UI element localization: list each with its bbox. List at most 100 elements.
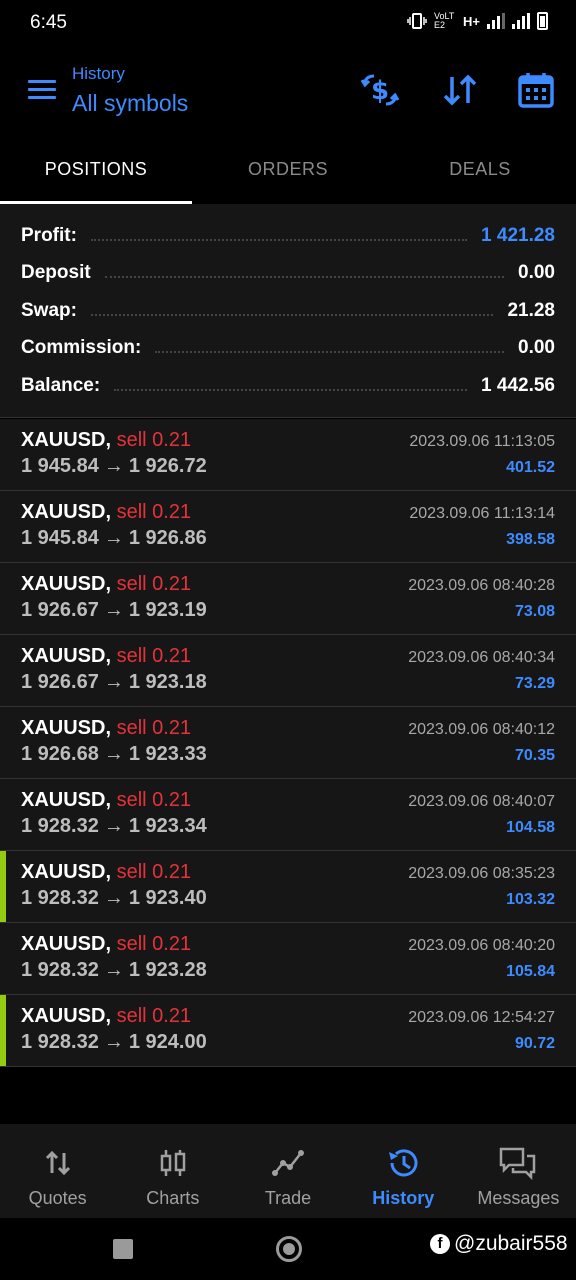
sort-icon <box>443 74 477 106</box>
summary-profit: Profit: 1 421.28 <box>0 217 576 255</box>
position-time: 2023.09.06 08:40:28 <box>408 577 555 594</box>
position-title: XAUUSD, sell 0.21 <box>21 861 191 884</box>
position-row[interactable]: XAUUSD, sell 0.21 1 928.32 → 1 923.34 2023… <box>0 779 576 851</box>
position-side: sell 0.21 <box>116 429 192 451</box>
dotted-leader <box>155 351 505 354</box>
close-price: 1 923.18 <box>128 671 207 693</box>
position-row[interactable]: XAUUSD, sell 0.21 1 928.32 → 1 924.00 2023… <box>0 995 576 1067</box>
network-type-label: H+ <box>463 13 480 29</box>
tab-deals[interactable]: DEALS <box>384 138 576 204</box>
price-arrow: → <box>103 527 124 549</box>
home-button[interactable] <box>276 1236 302 1262</box>
trade-icon <box>272 1150 304 1176</box>
position-row[interactable]: XAUUSD, sell 0.21 1 928.32 → 1 923.28 2023… <box>0 923 576 995</box>
close-price: 1 923.19 <box>128 599 207 621</box>
deposit-value: 0.00 <box>518 262 555 284</box>
close-price: 1 924.00 <box>128 1031 207 1053</box>
history-icon <box>389 1149 418 1177</box>
price-arrow: → <box>103 815 124 837</box>
summary-balance: Balance: 1 442.56 <box>0 367 576 405</box>
dotted-leader <box>90 238 468 241</box>
sort-button[interactable] <box>440 70 480 110</box>
position-time: 2023.09.06 08:40:34 <box>408 649 555 666</box>
watermark-text: @zubair558 <box>454 1232 568 1255</box>
position-prices: 1 926.67 → 1 923.19 <box>21 599 207 622</box>
close-price: 1 923.28 <box>128 959 207 981</box>
open-price: 1 928.32 <box>21 815 99 837</box>
position-time: 2023.09.06 12:54:27 <box>408 1009 555 1026</box>
position-prices: 1 926.67 → 1 923.18 <box>21 671 207 694</box>
close-price: 1 923.33 <box>128 743 207 765</box>
calendar-button[interactable] <box>516 70 556 110</box>
open-price: 1 926.68 <box>21 743 99 765</box>
status-time: 6:45 <box>30 12 67 33</box>
charts-icon <box>160 1150 186 1176</box>
open-price: 1 928.32 <box>21 887 99 909</box>
nav-label: History <box>372 1188 435 1208</box>
bottom-navigation: Quotes Charts Trade History Messages <box>0 1124 576 1218</box>
position-title: XAUUSD, sell 0.21 <box>21 933 191 956</box>
nav-history[interactable]: History <box>346 1124 461 1218</box>
messages-icon <box>500 1147 536 1180</box>
open-price: 1 945.84 <box>21 527 99 549</box>
position-side: sell 0.21 <box>116 933 192 955</box>
recents-button[interactable] <box>113 1239 133 1259</box>
nav-label: Messages <box>477 1188 560 1208</box>
position-title: XAUUSD, sell 0.21 <box>21 1005 191 1028</box>
position-profit: 73.08 <box>514 603 555 620</box>
position-row[interactable]: XAUUSD, sell 0.21 1 928.32 → 1 923.40 2023… <box>0 851 576 923</box>
position-row[interactable]: XAUUSD, sell 0.21 1 926.68 → 1 923.33 2023… <box>0 707 576 779</box>
facebook-icon: f <box>430 1234 450 1254</box>
open-price: 1 928.32 <box>21 959 99 981</box>
nav-label: Quotes <box>28 1188 87 1208</box>
position-symbol: XAUUSD, <box>21 429 112 451</box>
nav-charts[interactable]: Charts <box>115 1124 230 1218</box>
open-price: 1 926.67 <box>21 671 99 693</box>
position-title: XAUUSD, sell 0.21 <box>21 501 191 524</box>
price-arrow: → <box>103 1031 124 1053</box>
app-header: History All symbols $ <box>0 48 576 138</box>
currency-exchange-button[interactable]: $ <box>360 70 400 110</box>
position-side: sell 0.21 <box>116 501 192 523</box>
position-prices: 1 928.32 → 1 923.40 <box>21 887 207 910</box>
header-subtitle: History <box>72 64 125 83</box>
position-symbol: XAUUSD, <box>21 573 112 595</box>
nav-messages[interactable]: Messages <box>461 1124 576 1218</box>
menu-icon[interactable] <box>28 80 56 100</box>
position-prices: 1 945.84 → 1 926.72 <box>21 455 207 478</box>
position-row[interactable]: XAUUSD, sell 0.21 1 926.67 → 1 923.18 2023… <box>0 635 576 707</box>
symbol-filter[interactable]: All symbols <box>72 90 188 117</box>
nav-trade[interactable]: Trade <box>230 1124 345 1218</box>
position-symbol: XAUUSD, <box>21 933 112 955</box>
row-marker <box>0 995 6 1066</box>
position-prices: 1 928.32 → 1 923.28 <box>21 959 207 982</box>
commission-value: 0.00 <box>518 337 555 359</box>
tab-orders[interactable]: ORDERS <box>192 138 384 204</box>
tab-positions[interactable]: POSITIONS <box>0 138 192 204</box>
close-price: 1 923.34 <box>128 815 207 837</box>
position-title: XAUUSD, sell 0.21 <box>21 429 191 452</box>
nav-label: Charts <box>146 1188 200 1208</box>
position-row[interactable]: XAUUSD, sell 0.21 1 945.84 → 1 926.72 2023… <box>0 419 576 491</box>
position-profit: 70.35 <box>514 747 555 764</box>
position-profit: 398.58 <box>506 531 555 548</box>
position-row[interactable]: XAUUSD, sell 0.21 1 945.84 → 1 926.86 2023… <box>0 491 576 563</box>
system-navigation: f @zubair558 <box>0 1218 576 1280</box>
close-price: 1 926.86 <box>128 527 207 549</box>
nav-quotes[interactable]: Quotes <box>0 1124 115 1218</box>
position-symbol: XAUUSD, <box>21 645 112 667</box>
position-profit: 73.29 <box>514 675 555 692</box>
position-title: XAUUSD, sell 0.21 <box>21 789 191 812</box>
calendar-icon <box>518 73 554 108</box>
summary-deposit: Deposit 0.00 <box>0 255 576 293</box>
position-side: sell 0.21 <box>116 789 192 811</box>
commission-label: Commission: <box>21 337 142 359</box>
position-row[interactable]: XAUUSD, sell 0.21 1 926.67 → 1 923.19 2023… <box>0 563 576 635</box>
position-profit: 105.84 <box>506 963 555 980</box>
status-bar: 6:45 VoLTE2 H+ <box>0 0 576 48</box>
open-price: 1 945.84 <box>21 455 99 477</box>
status-icons: VoLTE2 H+ <box>407 12 548 30</box>
summary-commission: Commission: 0.00 <box>0 330 576 368</box>
position-side: sell 0.21 <box>116 573 192 595</box>
balance-label: Balance: <box>21 374 101 396</box>
